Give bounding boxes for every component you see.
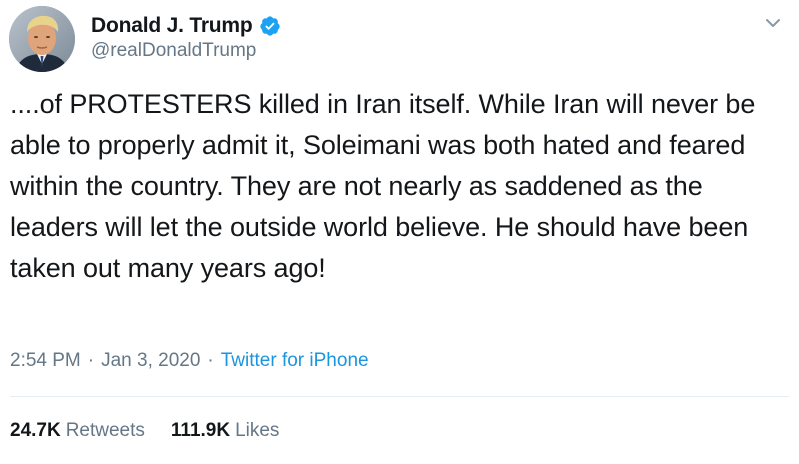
likes-stat[interactable]: 111.9K Likes: [171, 420, 280, 442]
author-name-row[interactable]: Donald J. Trump: [91, 12, 281, 40]
tweet-card: Donald J. Trump @realDonaldTrump ....of …: [0, 0, 799, 464]
verified-badge-icon: [259, 15, 281, 37]
meta-separator: ·: [207, 350, 214, 371]
tweet-text: ....of PROTESTERS killed in Iran itself.…: [10, 89, 756, 283]
tweet-stats: 24.7K Retweets 111.9K Likes: [10, 420, 279, 442]
retweets-count: 24.7K: [10, 420, 61, 441]
author-display-name[interactable]: Donald J. Trump: [91, 14, 253, 38]
likes-label: Likes: [235, 420, 280, 441]
tweet-date[interactable]: Jan 3, 2020: [101, 350, 200, 372]
retweets-stat[interactable]: 24.7K Retweets: [10, 420, 145, 442]
tweet-source-link[interactable]: Twitter for iPhone: [221, 350, 369, 372]
divider: [10, 396, 789, 397]
author-handle[interactable]: @realDonaldTrump: [91, 40, 256, 62]
tweet-meta: 2:54 PM · Jan 3, 2020 · Twitter for iPho…: [10, 350, 369, 372]
tweet-time[interactable]: 2:54 PM: [10, 350, 81, 372]
retweets-label: Retweets: [65, 420, 145, 441]
chevron-down-icon[interactable]: [762, 12, 784, 34]
meta-separator: ·: [87, 350, 95, 371]
avatar-image: [9, 6, 75, 72]
likes-count: 111.9K: [170, 420, 231, 441]
avatar[interactable]: [9, 6, 75, 72]
